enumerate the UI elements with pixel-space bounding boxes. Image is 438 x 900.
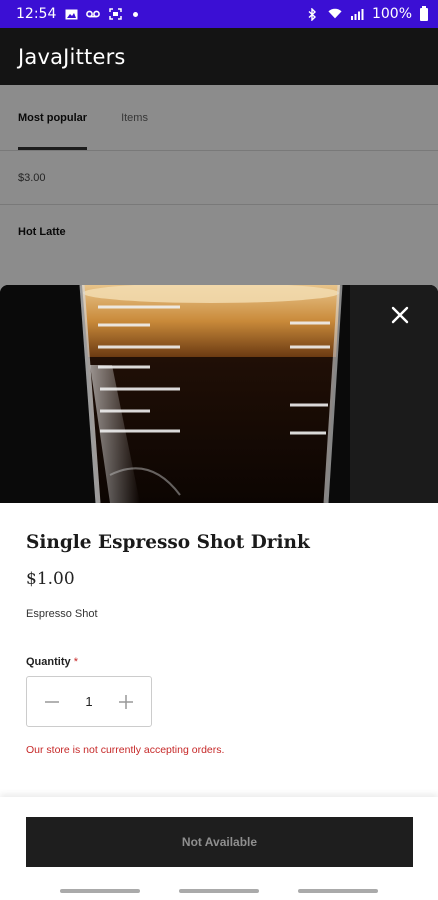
- status-left: 12:54: [16, 6, 139, 22]
- status-time: 12:54: [16, 6, 57, 22]
- wifi-icon: [328, 7, 342, 21]
- nav-recents[interactable]: [59, 889, 140, 893]
- close-button[interactable]: [390, 305, 418, 333]
- close-icon: [391, 306, 409, 324]
- signal-icon: [350, 7, 364, 21]
- sheet-footer: Not Available: [0, 797, 438, 900]
- status-bar: 12:54 100%: [0, 0, 438, 28]
- espresso-shot-image: [0, 285, 438, 503]
- battery-percent: 100%: [371, 6, 412, 22]
- decrement-button[interactable]: [35, 685, 69, 719]
- app-title: JavaJitters: [18, 44, 126, 69]
- nav-back[interactable]: [298, 889, 379, 893]
- app-bar: JavaJitters: [0, 28, 438, 85]
- item-details: Single Espresso Shot Drink $1.00 Espress…: [0, 532, 438, 756]
- item-detail-sheet: Single Espresso Shot Drink $1.00 Espress…: [0, 285, 438, 900]
- product-image: [0, 285, 438, 503]
- quantity-stepper: 1: [26, 676, 152, 727]
- quantity-label-text: Quantity: [26, 656, 71, 668]
- item-title: Single Espresso Shot Drink: [26, 532, 310, 553]
- not-available-button[interactable]: Not Available: [26, 817, 413, 867]
- status-right: 100%: [306, 5, 428, 22]
- system-nav-bar: [0, 882, 438, 900]
- required-marker: *: [73, 656, 78, 668]
- item-price: $1.00: [26, 569, 75, 589]
- nav-home[interactable]: [178, 889, 259, 893]
- error-message: Our store is not currently accepting ord…: [26, 744, 225, 756]
- increment-button[interactable]: [109, 685, 143, 719]
- notification-dot: [133, 11, 139, 17]
- minus-icon: [45, 700, 59, 703]
- quantity-value[interactable]: 1: [85, 694, 92, 709]
- battery-icon: [420, 5, 428, 21]
- image-icon: [64, 7, 78, 21]
- screenshot-icon: [108, 7, 122, 21]
- voicemail-icon: [86, 7, 101, 21]
- quantity-label: Quantity *: [26, 656, 412, 668]
- plus-icon: [118, 694, 133, 709]
- bluetooth-icon: [306, 7, 320, 21]
- item-description: Espresso Shot: [26, 608, 98, 620]
